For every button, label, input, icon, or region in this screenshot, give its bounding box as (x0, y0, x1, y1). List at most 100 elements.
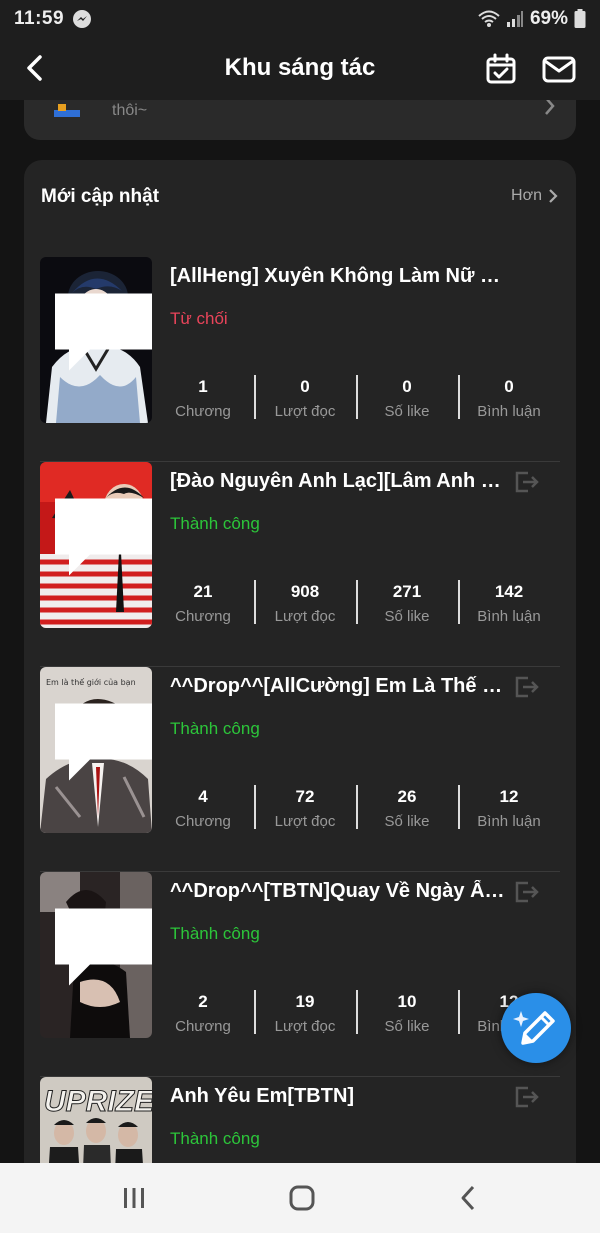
more-link[interactable]: Hơn (511, 187, 558, 205)
story-cover[interactable]: UPRIZE (40, 1077, 152, 1163)
story-stats: 1 Chương 0 Lượt đọc 0 Số like 0 Bình luậ… (152, 369, 560, 425)
stat-value: 26 (397, 787, 417, 806)
battery-icon (574, 9, 586, 28)
stat-comments: 12 Bình luận (458, 779, 560, 835)
stat-value: 21 (193, 582, 213, 601)
story-title: ^^Drop^^[TBTN]Quay Về Ngày Ấy(P... (170, 880, 510, 902)
story-status: Từ chối (170, 309, 228, 328)
cover-text: UPRIZE (44, 1085, 152, 1118)
stat-label: Lượt đọc (274, 608, 336, 625)
stat-reads: 0 Lượt đọc (254, 369, 356, 425)
story-status: Thành công (170, 924, 260, 943)
previous-card-text: thôi~ (112, 102, 148, 119)
stat-label: Số like (384, 1018, 430, 1035)
stat-chapters: 4 Chương (152, 779, 254, 835)
exit-icon[interactable] (514, 880, 540, 904)
stat-comments: 0 Bình luận (458, 369, 560, 425)
app-header: Khu sáng tác (0, 38, 600, 100)
story-cover[interactable] (40, 257, 152, 423)
stat-likes: 26 Số like (356, 779, 458, 835)
stat-likes: 271 Số like (356, 574, 458, 630)
exit-icon[interactable] (514, 1085, 540, 1109)
story-title: ^^Drop^^[AllCường] Em Là Thế Giới... (170, 675, 510, 697)
stat-value: 271 (392, 582, 422, 601)
story-cover[interactable] (40, 872, 152, 1038)
stat-comments: 142 Bình luận (458, 574, 560, 630)
section-title: Mới cập nhật (41, 186, 160, 207)
stat-likes: 0 Số like (356, 369, 458, 425)
stat-label: Chương (175, 403, 231, 420)
book-icon (54, 104, 80, 117)
stat-value: 2 (198, 992, 208, 1011)
stat-label: Số like (384, 813, 430, 830)
stat-value: 10 (397, 992, 417, 1011)
stat-value: 0 (402, 377, 412, 396)
stat-value: 908 (290, 582, 320, 601)
stat-label: Chương (175, 608, 231, 625)
stat-label: Lượt đọc (274, 813, 336, 830)
comment-icon (55, 908, 152, 986)
story-status: Thành công (170, 719, 260, 738)
comment-icon (55, 703, 152, 781)
exit-icon[interactable] (514, 470, 540, 494)
stat-label: Bình luận (477, 403, 541, 420)
stat-reads: 908 Lượt đọc (254, 574, 356, 630)
status-bar: 11:59 69% (0, 0, 600, 38)
stat-chapters: 21 Chương (152, 574, 254, 630)
story-item[interactable]: [AllHeng] Xuyên Không Làm Nữ Phụ?!! Từ c… (40, 257, 560, 462)
calendar-icon[interactable] (484, 52, 518, 86)
story-cover[interactable]: Em là thế giới của bạn (40, 667, 152, 833)
stat-value: 142 (494, 582, 524, 601)
story-item[interactable]: ^^Drop^^[TBTN]Quay Về Ngày Ấy(P... Thành… (40, 872, 560, 1077)
stat-value: 4 (198, 787, 208, 806)
more-label: Hơn (511, 187, 542, 204)
recent-apps-icon[interactable] (122, 1187, 146, 1209)
stat-chapters: 2 Chương (152, 984, 254, 1040)
story-stats: 4 Chương 72 Lượt đọc 26 Số like 12 Bình … (152, 779, 560, 835)
exit-icon[interactable] (514, 675, 540, 699)
comment-icon (55, 293, 152, 371)
signal-icon (506, 11, 523, 27)
stat-reads: 72 Lượt đọc (254, 779, 356, 835)
chevron-right-icon (545, 100, 555, 115)
story-item[interactable]: UPRIZE Anh Yêu Em[TBTN] Thành công (40, 1077, 560, 1163)
story-title: [AllHeng] Xuyên Không Làm Nữ Phụ?!! (170, 265, 510, 287)
stat-value: 19 (295, 992, 315, 1011)
stat-label: Lượt đọc (274, 1018, 336, 1035)
wifi-icon (478, 10, 500, 27)
status-right: 69% (478, 8, 586, 30)
story-item[interactable]: [Đào Nguyên Anh Lạc][Lâm Anh X ... Thành… (40, 462, 560, 667)
story-item[interactable]: Em là thế giới của bạn ^^Drop^^[AllCường… (40, 667, 560, 872)
story-status: Thành công (170, 514, 260, 533)
stat-likes: 10 Số like (356, 984, 458, 1040)
previous-card[interactable]: thôi~ (24, 100, 576, 140)
stat-label: Lượt đọc (274, 403, 336, 420)
stat-chapters: 1 Chương (152, 369, 254, 425)
system-navbar (0, 1163, 600, 1233)
mail-icon[interactable] (541, 52, 577, 86)
stat-label: Chương (175, 1018, 231, 1035)
recent-updates-panel: Mới cập nhật Hơn [AllHeng] Xuyên Không L… (24, 160, 576, 1163)
cover-image: UPRIZE (40, 1077, 152, 1163)
battery-percent: 69% (529, 8, 568, 29)
stat-reads: 19 Lượt đọc (254, 984, 356, 1040)
story-title: Anh Yêu Em[TBTN] (170, 1085, 355, 1107)
stat-label: Bình luận (477, 813, 541, 830)
write-fab[interactable] (501, 993, 571, 1063)
chevron-right-icon (549, 189, 558, 203)
home-icon[interactable] (289, 1185, 315, 1211)
story-stats: 2 Chương 19 Lượt đọc 10 Số like 12 Bình … (152, 984, 560, 1040)
stat-label: Số like (384, 608, 430, 625)
story-cover[interactable] (40, 462, 152, 628)
status-time: 11:59 (14, 8, 65, 29)
stat-value: 0 (300, 377, 310, 396)
stat-value: 12 (499, 787, 519, 806)
messenger-icon (73, 10, 92, 28)
story-stats: 21 Chương 908 Lượt đọc 271 Số like 142 B… (152, 574, 560, 630)
comment-icon (55, 498, 152, 576)
stat-label: Số like (384, 403, 430, 420)
story-status: Thành công (170, 1129, 260, 1148)
stat-value: 0 (504, 377, 514, 396)
system-back-icon[interactable] (460, 1185, 476, 1211)
stat-label: Chương (175, 813, 231, 830)
